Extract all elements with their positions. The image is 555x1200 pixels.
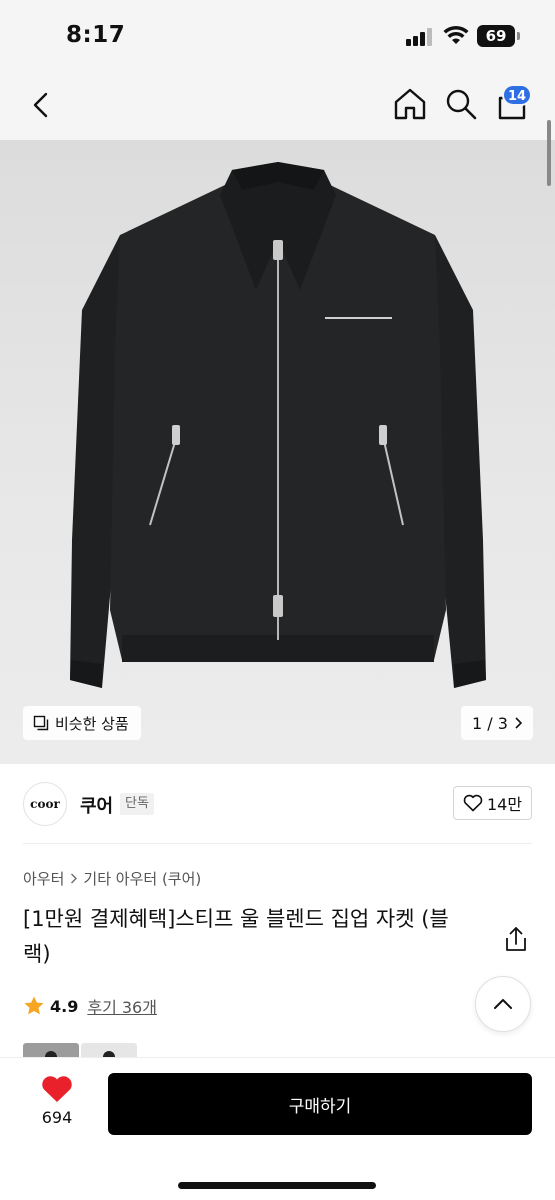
breadcrumb-category[interactable]: 아우터 bbox=[23, 868, 64, 889]
star-icon bbox=[24, 996, 44, 1015]
share-icon[interactable] bbox=[500, 924, 532, 956]
scroll-top-button[interactable] bbox=[475, 976, 531, 1032]
back-icon[interactable] bbox=[26, 88, 58, 122]
jacket-image bbox=[70, 162, 486, 688]
scrollbar[interactable] bbox=[547, 120, 551, 186]
product-image[interactable]: 비슷한 상품 1 / 3 bbox=[0, 140, 555, 764]
chevron-right-icon bbox=[71, 873, 78, 884]
cart-count-badge: 14 bbox=[502, 84, 532, 106]
search-icon[interactable] bbox=[444, 86, 478, 122]
brand-row: coor 쿠어 단독 14만 bbox=[0, 764, 555, 844]
chevron-right-icon bbox=[515, 717, 522, 729]
buy-button[interactable]: 구매하기 bbox=[108, 1073, 532, 1135]
similar-products-button[interactable]: 비슷한 상품 bbox=[23, 706, 141, 740]
color-thumbnail[interactable] bbox=[23, 1043, 79, 1057]
wish-button[interactable]: 694 bbox=[23, 1074, 91, 1140]
brand-like-button[interactable]: 14만 bbox=[453, 786, 532, 820]
top-nav: 14 bbox=[0, 72, 555, 140]
wifi-icon bbox=[443, 25, 469, 44]
status-time: 8:17 bbox=[66, 22, 126, 48]
product-title: [1만원 결제혜택]스티프 울 블렌드 집업 자켓 (블랙) bbox=[23, 907, 449, 966]
similar-products-label: 비슷한 상품 bbox=[55, 714, 129, 733]
breadcrumb: 아우터 기타 아우터 (쿠어) bbox=[23, 868, 201, 889]
exclusive-badge: 단독 bbox=[120, 793, 154, 815]
battery-indicator: 69 bbox=[477, 25, 520, 47]
chevron-up-icon bbox=[494, 999, 512, 1009]
reviews-link[interactable]: 후기 36개 bbox=[87, 994, 157, 1018]
rating-row: 4.9 후기 36개 bbox=[23, 994, 157, 1018]
color-thumbnail[interactable] bbox=[81, 1043, 137, 1057]
heart-outline-icon bbox=[463, 794, 483, 812]
heart-filled-icon bbox=[42, 1076, 72, 1102]
bottom-action-bar: 694 구매하기 bbox=[0, 1057, 555, 1200]
signal-icon bbox=[406, 28, 434, 46]
rating-score: 4.9 bbox=[50, 996, 79, 1016]
divider bbox=[23, 843, 532, 844]
home-indicator bbox=[178, 1182, 376, 1189]
home-icon[interactable] bbox=[392, 86, 428, 122]
brand-name[interactable]: 쿠어 bbox=[80, 792, 113, 818]
color-thumbnails bbox=[23, 1043, 137, 1057]
image-pager[interactable]: 1 / 3 bbox=[461, 706, 533, 740]
brand-like-count: 14만 bbox=[486, 795, 523, 814]
breadcrumb-subcategory[interactable]: 기타 아우터 (쿠어) bbox=[83, 868, 201, 889]
similar-icon bbox=[33, 715, 49, 731]
status-bar: 8:17 69 bbox=[0, 0, 555, 72]
wish-count: 694 bbox=[41, 1108, 73, 1127]
page-indicator: 1 / 3 bbox=[472, 713, 508, 733]
brand-logo[interactable]: coor bbox=[23, 782, 67, 826]
